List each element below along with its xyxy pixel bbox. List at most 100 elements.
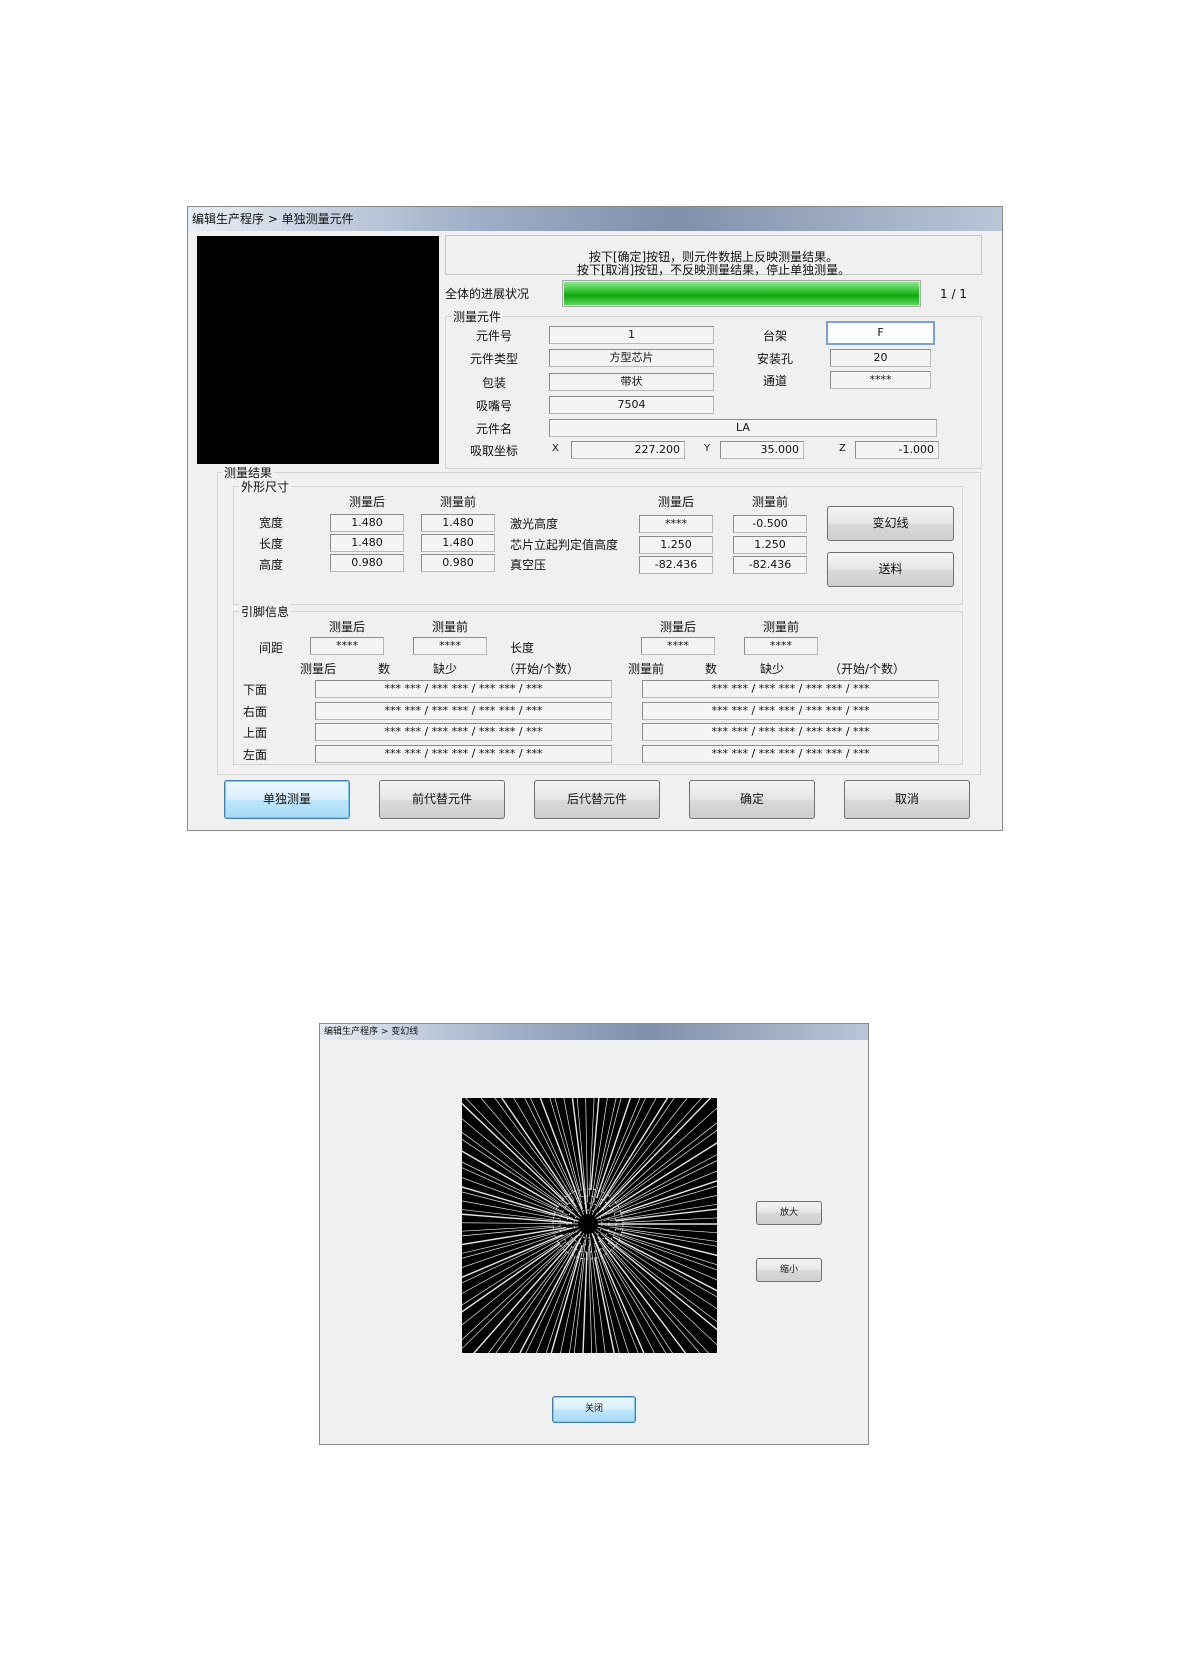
sides-missing2-header: 缺少 (760, 662, 785, 676)
prev-substitute-button[interactable]: 前代替元件 (379, 780, 505, 819)
lead-length-label: 长度 (510, 641, 535, 655)
burst-line (404, 1226, 579, 1275)
shape2-before-header: 测量前 (751, 495, 788, 509)
sides-after-header: 测量后 (300, 662, 337, 676)
lead-length-after-field: **** (641, 637, 715, 655)
side-bottom-after-field: *** *** / *** *** / *** *** / *** (315, 680, 612, 698)
burst-line (590, 1034, 605, 1191)
burst-line (461, 1231, 582, 1367)
type-label: 元件类型 (469, 352, 518, 366)
sides-count2-header: 数 (705, 662, 718, 676)
channel-label: 通道 (762, 374, 787, 388)
instruction-box: 按下[确定]按钮，则元件数据上反映测量结果。 按下[取消]按钮，不反映测量结果，… (445, 235, 982, 277)
burst-line (603, 1254, 676, 1394)
rack-field[interactable]: F (826, 321, 935, 345)
progress-label: 全体的进展状况 (445, 287, 530, 301)
transform-line-window: 编辑生产程序 > 变幻线 放大 缩小 关闭 (319, 1023, 869, 1445)
sides-missing-header: 缺少 (433, 662, 458, 676)
width-after-field: 1.480 (330, 514, 404, 532)
window2-title: 编辑生产程序 > 变幻线 (320, 1024, 868, 1040)
pitch-label: 间距 (259, 641, 284, 655)
length-before-field: 1.480 (421, 534, 495, 552)
side-top-before-field: *** *** / *** *** / *** *** / *** (642, 723, 939, 741)
nozzle-label: 吸嘴号 (475, 399, 512, 413)
feed-button[interactable]: 送料 (827, 552, 954, 587)
window-title: 编辑生产程序 > 单独测量元件 (188, 207, 1002, 231)
laser-height-label: 激光高度 (510, 517, 559, 531)
name-label: 元件名 (475, 422, 512, 436)
shape-after-header: 测量后 (348, 495, 385, 509)
next-substitute-button[interactable]: 后代替元件 (534, 780, 660, 819)
sides-start-header: （开始/个数） (503, 662, 580, 676)
burst-line (604, 1237, 736, 1345)
single-measure-button[interactable]: 单独测量 (224, 780, 350, 819)
side-bottom-label: 下面 (243, 683, 268, 697)
component-group-title: 测量元件 (451, 308, 504, 325)
side-top-label: 上面 (243, 726, 268, 740)
type-field: 方型芯片 (549, 349, 714, 367)
radial-lines-image (398, 1034, 778, 1414)
chip-stand-before-field: 1.250 (733, 536, 807, 554)
sides-start2-header: （开始/个数） (829, 662, 906, 676)
laser-height-after-field: **** (639, 515, 713, 533)
pitch-after-field: **** (310, 637, 384, 655)
side-left-after-field: *** *** / *** *** / *** *** / *** (315, 745, 612, 763)
shape2-after-header: 测量后 (657, 495, 694, 509)
package-field: 带状 (549, 373, 714, 391)
name-field: LA (549, 419, 937, 437)
hole-field: 20 (830, 349, 931, 367)
part-no-field: 1 (549, 326, 714, 344)
length-after-field: 1.480 (330, 534, 404, 552)
burst-line (455, 1087, 565, 1200)
nozzle-field: 7504 (549, 396, 714, 414)
hole-label: 安装孔 (756, 352, 793, 366)
channel-field: **** (830, 371, 931, 389)
z-label: Z (839, 443, 846, 454)
width-label: 宽度 (259, 516, 284, 530)
laser-height-before-field: -0.500 (733, 515, 807, 533)
transform-line-view (398, 1034, 778, 1414)
shape-before-header: 测量前 (439, 495, 476, 509)
burst-line (502, 1054, 574, 1194)
pickup-label: 吸取坐标 (469, 444, 518, 458)
package-label: 包装 (481, 376, 506, 390)
sides-before-header: 测量前 (628, 662, 665, 676)
height-before-field: 0.980 (421, 554, 495, 572)
cancel-button[interactable]: 取消 (844, 780, 970, 819)
leads-group-title: 引脚信息 (239, 603, 292, 620)
vacuum-before-field: -82.436 (733, 556, 807, 574)
pickup-y-field: 35.000 (720, 441, 804, 459)
burst-line (609, 1106, 738, 1207)
burst-line (409, 1158, 574, 1219)
transform-line-button[interactable]: 变幻线 (827, 506, 954, 541)
vacuum-after-field: -82.436 (639, 556, 713, 574)
side-right-before-field: *** *** / *** *** / *** *** / *** (642, 702, 939, 720)
pitch-before-field: **** (413, 637, 487, 655)
length-label: 长度 (259, 537, 284, 551)
burst-center (583, 1220, 593, 1228)
pitch-after-header: 测量后 (328, 620, 365, 634)
progress-fill (564, 282, 919, 305)
length2-before-header: 测量前 (762, 620, 799, 634)
burst-line (588, 1239, 601, 1414)
height-label: 高度 (259, 558, 284, 572)
rack-label: 台架 (762, 329, 787, 343)
burst-line (589, 1034, 598, 1197)
ok-button[interactable]: 确定 (689, 780, 815, 819)
side-left-label: 左面 (243, 748, 268, 762)
zoom-in-button[interactable]: 放大 (756, 1201, 822, 1225)
pickup-z-field: -1.000 (855, 441, 939, 459)
sides-count-header: 数 (378, 662, 391, 676)
chip-stand-after-field: 1.250 (639, 536, 713, 554)
side-bottom-before-field: *** *** / *** *** / *** *** / *** (642, 680, 939, 698)
zoom-out-button[interactable]: 缩小 (756, 1258, 822, 1282)
close-button[interactable]: 关闭 (552, 1396, 636, 1423)
x-label: X (552, 443, 559, 454)
burst-line (398, 1225, 555, 1236)
burst-line (414, 1146, 569, 1216)
burst-line (520, 1046, 583, 1210)
shape-group-title: 外形尺寸 (239, 478, 292, 495)
camera-view (197, 236, 439, 464)
side-right-after-field: *** *** / *** *** / *** *** / *** (315, 702, 612, 720)
part-no-label: 元件号 (475, 329, 512, 343)
